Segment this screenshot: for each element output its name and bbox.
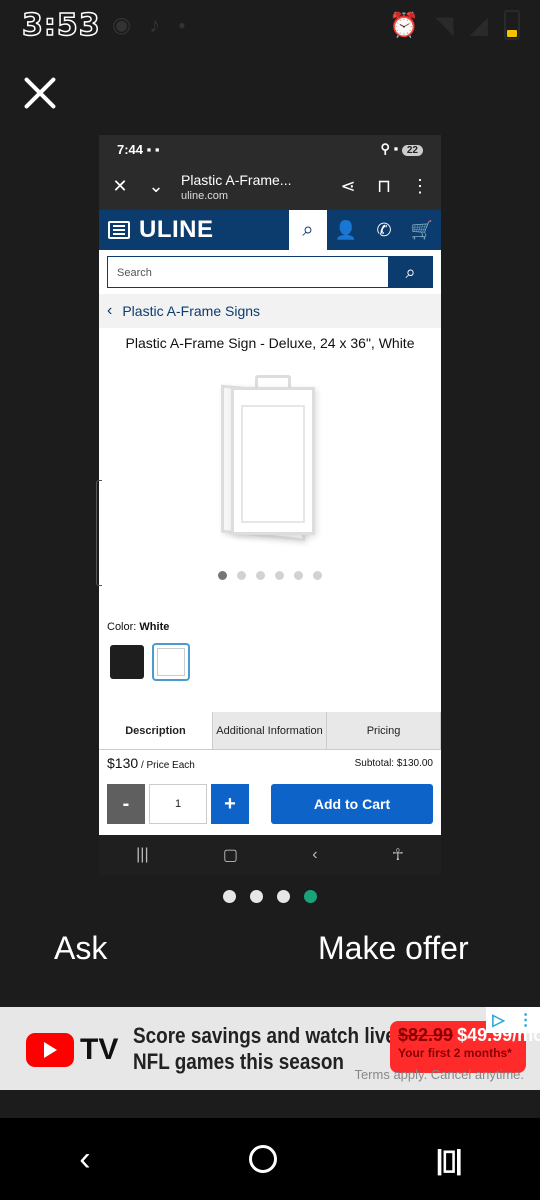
system-nav-bar: ‹ |▯| (0, 1118, 540, 1200)
breadcrumb: ‹ Plastic A-Frame Signs (99, 294, 441, 328)
quantity-stepper: - 1 + Add to Cart (107, 783, 433, 825)
search-button-icon: ⌕ (388, 256, 433, 288)
carousel-dot (237, 571, 246, 580)
recents-icon[interactable]: |▯| (436, 1143, 463, 1176)
inner-status-bar: 7:44 ▪ ▪ ⚲ ▪ 22 (99, 135, 441, 163)
tab-additional-information: Additional Information (213, 712, 327, 749)
youtube-tv-logo: TV (26, 1033, 118, 1067)
pager-dot[interactable] (223, 890, 236, 903)
status-system-icons: ⏰ ◥ ◢ (389, 8, 520, 42)
home-icon: ▢ (222, 847, 239, 864)
uline-logo: ULINE (139, 216, 214, 243)
tab-pricing: Pricing (327, 712, 441, 749)
previous-photo-edge[interactable] (96, 480, 102, 586)
home-icon[interactable] (249, 1145, 278, 1173)
status-notification-icons: ◉ ♪ ● (112, 10, 185, 40)
search-icon: ⌕ (289, 210, 327, 250)
messenger-icon: ◉ (112, 12, 132, 37)
unit-price: $130 (107, 755, 139, 771)
battery-icon (504, 10, 520, 40)
share-icon: ⋖ (340, 176, 356, 196)
adchoices-icon[interactable]: ▷ ⋮ (486, 1007, 540, 1033)
swatch-black (110, 645, 144, 679)
dot-icon: ● (178, 18, 186, 32)
plus-button: + (211, 784, 249, 824)
carousel-dot (218, 571, 227, 580)
accessibility-icon: ☥ (391, 847, 404, 864)
menu-icon (99, 221, 139, 239)
tab-description: Description (99, 712, 213, 749)
account-icon: 👤 (334, 219, 358, 240)
color-value: White (139, 621, 170, 633)
signal-icon: ◢ (469, 11, 488, 39)
browser-title: Plastic A-Frame... (181, 171, 292, 188)
breadcrumb-label: Plastic A-Frame Signs (122, 303, 261, 319)
ad-terms: Terms apply. Cancel anytime. (354, 1067, 524, 1082)
price-row: $130 / Price Each Subtotal: $130.00 (107, 755, 433, 771)
pager-dot[interactable] (277, 890, 290, 903)
site-search: Search ⌕ (99, 250, 441, 294)
phone-icon: ✆ (376, 219, 392, 240)
product-image (209, 375, 329, 550)
chevron-left-icon: ‹ (107, 302, 113, 319)
search-input: Search (107, 256, 388, 288)
product-tabs: Description Additional Information Prici… (99, 712, 441, 750)
inner-status-time: 7:44 (117, 141, 144, 157)
bookmark-icon: ⊓ (376, 176, 392, 196)
chevron-down-icon: ⌄ (148, 176, 164, 196)
carousel-dot (294, 571, 303, 580)
youtube-play-icon (26, 1033, 74, 1067)
more-icon: ⋮ (411, 176, 429, 196)
make-offer-button[interactable]: Make offer (318, 930, 469, 967)
tiktok-icon: ♪ (149, 12, 161, 37)
image-carousel-dots (99, 571, 441, 580)
photo-pager (0, 890, 540, 903)
close-icon[interactable] (22, 75, 58, 111)
listing-photo-screenshot[interactable]: 7:44 ▪ ▪ ⚲ ▪ 22 ✕ ⌄ Plastic A-Frame... u… (99, 135, 441, 875)
ad-offer-sub: Your first 2 months* (398, 1046, 512, 1060)
status-time: 3:53 (21, 7, 101, 44)
ad-old-price: $82.99 (398, 1025, 454, 1045)
subtotal: Subtotal: $130.00 (354, 757, 433, 769)
inner-nav-bar: ||| ▢ ‹ ☥ (99, 835, 441, 875)
back-icon: ‹ (312, 846, 318, 863)
minus-button: - (107, 784, 145, 824)
pager-dot-active[interactable] (304, 890, 317, 903)
quantity-field: 1 (149, 784, 207, 824)
recents-icon: ||| (136, 846, 149, 863)
carousel-dot (256, 571, 265, 580)
uline-header: ULINE ⌕ 👤 ✆ 🛒 (99, 210, 441, 250)
ad-banner[interactable]: TV Score savings and watch live NFL game… (0, 1007, 540, 1090)
product-title: Plastic A-Frame Sign - Deluxe, 24 x 36",… (125, 335, 415, 351)
back-icon[interactable]: ‹ (79, 1140, 90, 1179)
swatch-white (152, 643, 190, 681)
ask-button[interactable]: Ask (54, 930, 107, 967)
alarm-icon: ⏰ (389, 11, 420, 39)
color-selection: Color: White (107, 621, 169, 633)
wifi-icon: ◥ (435, 11, 454, 39)
browser-domain: uline.com (181, 189, 229, 202)
close-tab-icon: ✕ (112, 176, 128, 196)
pager-dot[interactable] (250, 890, 263, 903)
carousel-dot (313, 571, 322, 580)
price-unit: / Price Each (140, 760, 195, 771)
browser-toolbar: ✕ ⌄ Plastic A-Frame... uline.com ⋖ ⊓ ⋮ (99, 163, 441, 210)
carousel-dot (275, 571, 284, 580)
color-label: Color: (107, 621, 137, 633)
inner-battery-badge: 22 (401, 145, 423, 156)
add-to-cart-button: Add to Cart (271, 784, 433, 824)
ad-headline-line1: Score savings and watch live (133, 1023, 396, 1048)
cart-icon: 🛒 (410, 219, 434, 240)
ad-brand: TV (80, 1033, 119, 1066)
